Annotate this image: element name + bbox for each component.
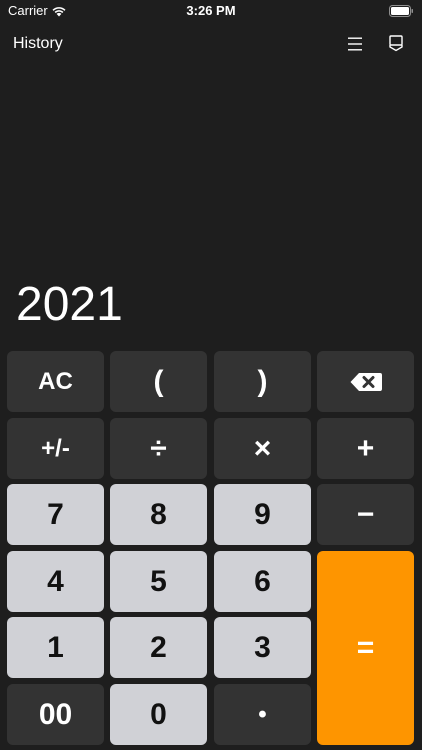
- digit-2-label: 2: [150, 630, 167, 664]
- digit-2-button[interactable]: 2: [110, 617, 207, 678]
- backspace-button[interactable]: [317, 351, 414, 412]
- digit-3-label: 3: [254, 630, 271, 664]
- subtract-label: −: [356, 497, 375, 531]
- divide-label: ÷: [150, 431, 167, 465]
- open-paren-button[interactable]: (: [110, 351, 207, 412]
- digit-4-label: 4: [47, 564, 64, 598]
- history-button[interactable]: History: [13, 35, 63, 53]
- menu-icon[interactable]: [347, 36, 363, 52]
- digit-5-button[interactable]: 5: [110, 551, 207, 612]
- equals-label: =: [356, 631, 375, 664]
- status-bar: Carrier 3:26 PM: [0, 0, 422, 22]
- divide-button[interactable]: ÷: [110, 418, 207, 479]
- panel-icon[interactable]: [389, 35, 403, 52]
- digit-1-button[interactable]: 1: [7, 617, 104, 678]
- nav-bar: History: [0, 28, 422, 60]
- plus-minus-button[interactable]: +/-: [7, 418, 104, 479]
- digit-7-label: 7: [47, 497, 64, 531]
- add-button[interactable]: +: [317, 418, 414, 479]
- multiply-label: ×: [253, 431, 272, 465]
- digit-1-label: 1: [47, 630, 64, 664]
- keypad: AC ( ) +/- ÷ × + 7 8 9 − 4 5 6 = 1 2 3 0…: [7, 351, 416, 745]
- equals-button[interactable]: =: [317, 551, 414, 745]
- digit-0-label: 0: [150, 697, 167, 731]
- double-zero-button[interactable]: 00: [7, 684, 104, 745]
- digit-6-label: 6: [254, 564, 271, 598]
- battery-icon: [389, 4, 414, 17]
- digit-4-button[interactable]: 4: [7, 551, 104, 612]
- decimal-label: •: [258, 700, 267, 728]
- digit-8-label: 8: [150, 497, 167, 531]
- status-time: 3:26 PM: [186, 3, 236, 18]
- plus-minus-label: +/-: [41, 434, 70, 462]
- digit-5-label: 5: [150, 564, 167, 598]
- multiply-button[interactable]: ×: [214, 418, 311, 479]
- double-zero-label: 00: [38, 697, 73, 731]
- decimal-button[interactable]: •: [214, 684, 311, 745]
- digit-7-button[interactable]: 7: [7, 484, 104, 545]
- close-paren-button[interactable]: ): [214, 351, 311, 412]
- clear-label: AC: [38, 367, 73, 395]
- backspace-icon: [349, 371, 383, 393]
- digit-9-label: 9: [254, 497, 271, 531]
- digit-3-button[interactable]: 3: [214, 617, 311, 678]
- digit-0-button[interactable]: 0: [110, 684, 207, 745]
- calculator-display: 2021: [16, 278, 123, 331]
- digit-9-button[interactable]: 9: [214, 484, 311, 545]
- digit-8-button[interactable]: 8: [110, 484, 207, 545]
- close-paren-label: ): [257, 364, 268, 398]
- clear-button[interactable]: AC: [7, 351, 104, 412]
- open-paren-label: (: [153, 364, 164, 398]
- add-label: +: [356, 431, 375, 465]
- digit-6-button[interactable]: 6: [214, 551, 311, 612]
- subtract-button[interactable]: −: [317, 484, 414, 545]
